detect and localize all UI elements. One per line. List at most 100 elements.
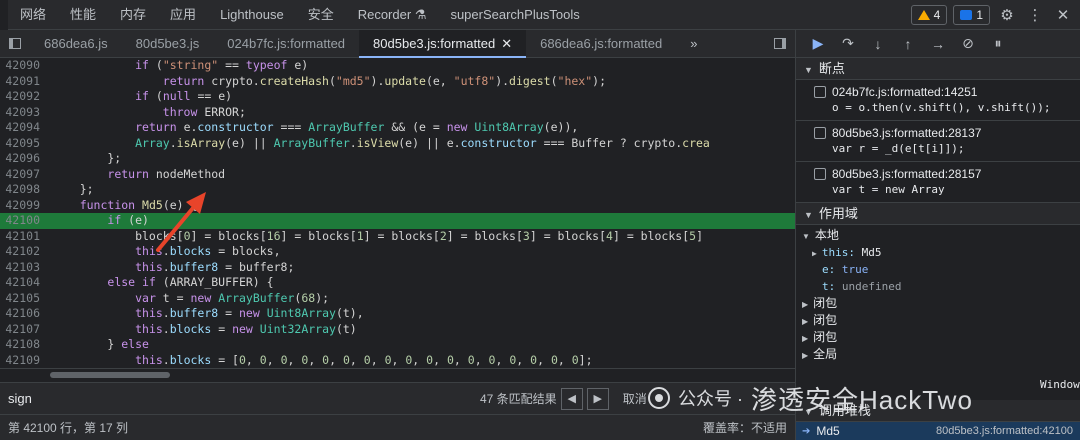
horizontal-scrollbar[interactable] [0, 368, 795, 380]
panel-tab[interactable]: Lighthouse [208, 0, 296, 30]
scope-closure[interactable]: ▶ 闭包 [802, 329, 1080, 346]
toggle-navigator-icon[interactable] [0, 30, 30, 58]
code-line[interactable]: 42099 function Md5(e) { [0, 198, 795, 214]
file-tab[interactable]: 024b7fc.js:formatted [213, 30, 359, 58]
line-number[interactable]: 42096 [0, 151, 44, 167]
resume-icon[interactable]: ▶ [808, 35, 828, 52]
line-number[interactable]: 42108 [0, 337, 44, 353]
closure-label: 闭包 [813, 313, 838, 327]
line-number[interactable]: 42107 [0, 322, 44, 338]
cancel-search-button[interactable]: 取消 [623, 390, 647, 407]
deactivate-breakpoints-icon[interactable]: ⊘ [958, 35, 978, 52]
code-line[interactable]: 42098 }; [0, 182, 795, 198]
watermark-name: 渗透安全HackTwo [751, 384, 973, 415]
panel-tab[interactable]: 网络 [8, 0, 58, 30]
code-line[interactable]: 42109 this.blocks = [0, 0, 0, 0, 0, 0, 0… [0, 353, 795, 369]
scope-global[interactable]: ▶ 全局 [802, 346, 1080, 363]
line-number[interactable]: 42090 [0, 58, 44, 74]
line-source: } else [52, 337, 149, 351]
collapse-triangle-icon: ▼ [804, 210, 813, 220]
code-line[interactable]: 42107 this.blocks = new Uint32Array(t) [0, 322, 795, 338]
scope-var-e[interactable]: e: true [802, 261, 1080, 278]
code-line[interactable]: 42108 } else [0, 337, 795, 353]
panel-tab[interactable]: 性能 [58, 0, 108, 30]
line-number[interactable]: 42105 [0, 291, 44, 307]
scope-closure[interactable]: ▶ 闭包 [802, 295, 1080, 312]
line-number[interactable]: 42091 [0, 74, 44, 90]
line-number[interactable]: 42098 [0, 182, 44, 198]
breakpoint-item[interactable]: 80d5be3.js:formatted:28157 var t = new Ar… [796, 162, 1080, 203]
breakpoint-item[interactable]: 024b7fc.js:formatted:14251 o = o.then(v.s… [796, 80, 1080, 121]
code-line[interactable]: 42094 return e.constructor === ArrayBuff… [0, 120, 795, 136]
code-line[interactable]: 42104 else if (ARRAY_BUFFER) { [0, 275, 795, 291]
line-number[interactable]: 42093 [0, 105, 44, 121]
code-line[interactable]: 42097 return nodeMethod [0, 167, 795, 183]
scope-header[interactable]: ▼ 作用域 [796, 203, 1080, 225]
warnings-badge[interactable]: 4 [910, 5, 948, 25]
line-number[interactable]: 42103 [0, 260, 44, 276]
file-tab[interactable]: 686dea6.js [30, 30, 122, 58]
search-input[interactable] [0, 391, 460, 406]
panel-tab[interactable]: 应用 [158, 0, 208, 30]
breakpoint-code: var t = new Array [832, 183, 945, 196]
scope-var-this[interactable]: ▶ this: Md5 [802, 244, 1080, 261]
breakpoint-checkbox[interactable] [814, 86, 826, 98]
code-line[interactable]: 42105 var t = new ArrayBuffer(68); [0, 291, 795, 307]
step-out-icon[interactable]: ↑ [898, 36, 918, 52]
line-number[interactable]: 42101 [0, 229, 44, 245]
line-number[interactable]: 42104 [0, 275, 44, 291]
source-code-editor[interactable]: 42090 if ("string" == typeof e) 42091 ret… [0, 58, 795, 368]
file-tab[interactable]: 80d5be3.js [122, 30, 214, 58]
step-icon[interactable]: → [928, 36, 948, 52]
more-options-icon[interactable]: ⋮ [1024, 4, 1046, 26]
line-number[interactable]: 42109 [0, 353, 44, 369]
step-into-icon[interactable]: ↓ [868, 36, 888, 52]
code-line[interactable]: 42091 return crypto.createHash("md5").up… [0, 74, 795, 90]
breakpoint-checkbox[interactable] [814, 168, 826, 180]
line-number[interactable]: 42106 [0, 306, 44, 322]
file-tab[interactable]: 686dea6.js:formatted [526, 30, 676, 58]
pause-on-exceptions-icon[interactable]: ⏸ [988, 35, 1008, 52]
close-devtools-icon[interactable]: ✕ [1052, 4, 1074, 26]
line-number[interactable]: 42102 [0, 244, 44, 260]
breakpoint-checkbox[interactable] [814, 127, 826, 139]
next-match-button[interactable]: ▶ [586, 387, 609, 410]
close-tab-icon[interactable]: ✕ [501, 36, 512, 51]
panel-tab[interactable]: Recorder ⚗ [346, 0, 439, 30]
messages-badge[interactable]: 1 [953, 5, 990, 25]
line-number[interactable]: 42092 [0, 89, 44, 105]
step-over-icon[interactable]: ↷ [838, 35, 858, 52]
toggle-debugger-pane-icon[interactable] [765, 30, 795, 58]
call-frame[interactable]: ➔ Md5 80d5be3.js:formatted:42100 [796, 422, 1080, 440]
line-number[interactable]: 42097 [0, 167, 44, 183]
breakpoint-item[interactable]: 80d5be3.js:formatted:28137 var r = _d(e[t… [796, 121, 1080, 162]
code-line[interactable]: 42106 this.buffer8 = new Uint8Array(t), [0, 306, 795, 322]
breakpoints-header[interactable]: ▼ 断点 [796, 58, 1080, 80]
line-source: var t = new ArrayBuffer(68); [135, 290, 330, 305]
panel-tab[interactable]: 安全 [296, 0, 346, 30]
more-tabs-button[interactable]: » [676, 30, 711, 58]
line-number[interactable]: 42099 [0, 198, 44, 214]
line-number[interactable]: 42095 [0, 136, 44, 152]
previous-match-button[interactable]: ◀ [560, 387, 583, 410]
code-line[interactable]: 42102 this.blocks = blocks, [0, 244, 795, 260]
code-line-paused[interactable]: 42100 if (e) [0, 213, 795, 229]
code-line[interactable]: 42093 throw ERROR; [0, 105, 795, 121]
code-line[interactable]: 42092 if (null == e) [0, 89, 795, 105]
code-line[interactable]: 42090 if ("string" == typeof e) [0, 58, 795, 74]
code-line[interactable]: 42096 }; [0, 151, 795, 167]
file-tab-label: 80d5be3.js:formatted [373, 35, 496, 51]
scope-closure[interactable]: ▶ 闭包 [802, 312, 1080, 329]
line-number[interactable]: 42094 [0, 120, 44, 136]
settings-gear-icon[interactable]: ⚙ [996, 4, 1018, 26]
line-number[interactable]: 42100 [0, 213, 44, 229]
scrollbar-thumb[interactable] [50, 372, 170, 378]
code-line[interactable]: 42101 blocks[0] = blocks[16] = blocks[1]… [0, 229, 795, 245]
scope-local[interactable]: ▼ 本地 [802, 227, 1080, 244]
code-line[interactable]: 42095 Array.isArray(e) || ArrayBuffer.is… [0, 136, 795, 152]
code-line[interactable]: 42103 this.buffer8 = buffer8; [0, 260, 795, 276]
panel-tab[interactable]: superSearchPlusTools [438, 0, 591, 30]
file-tab-active[interactable]: 80d5be3.js:formatted ✕ [359, 29, 527, 58]
scope-var-t[interactable]: t: undefined [802, 278, 1080, 295]
panel-tab[interactable]: 内存 [108, 0, 158, 30]
